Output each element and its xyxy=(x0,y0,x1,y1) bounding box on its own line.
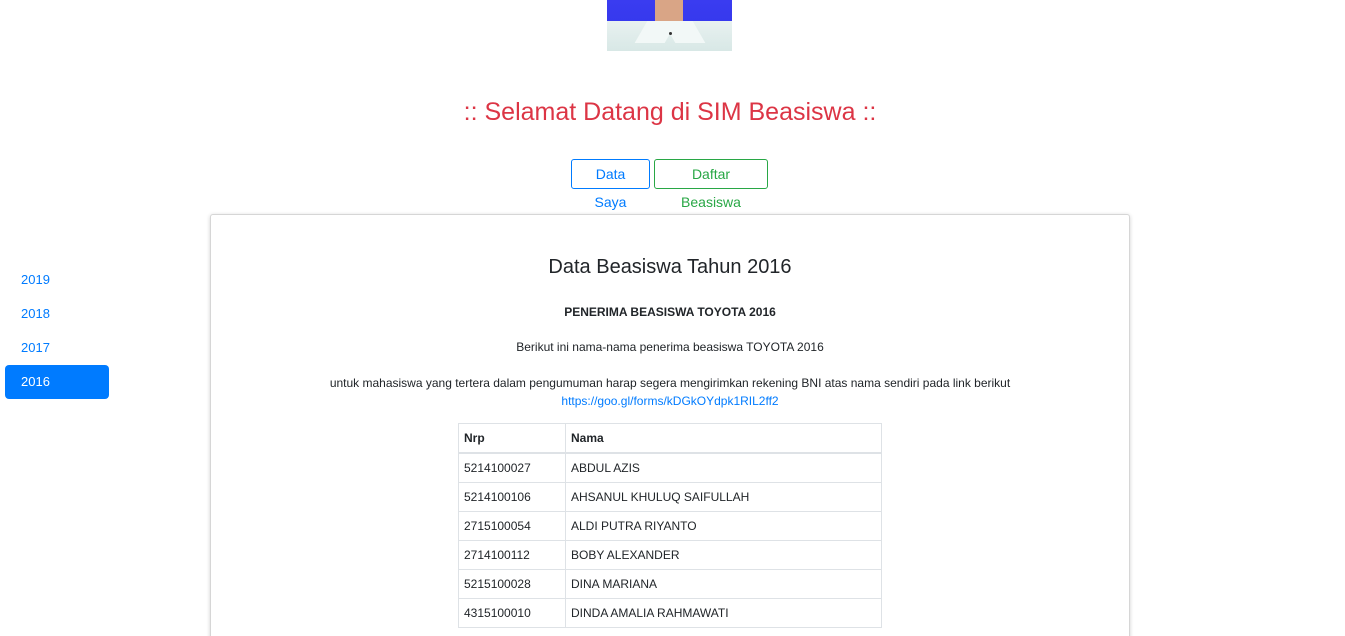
cell-nrp: 4315100010 xyxy=(458,598,566,628)
section-subtitle: PENERIMA BEASISWA TOYOTA 2016 xyxy=(564,305,776,319)
cell-nrp: 5214100106 xyxy=(458,482,566,512)
daftar-beasiswa-button[interactable]: Daftar Beasiswa xyxy=(654,159,768,210)
cell-nama: ALDI PUTRA RIYANTO xyxy=(565,511,882,541)
cell-nrp: 2714100112 xyxy=(458,540,566,570)
table-row: 5214100106 AHSANUL KHULUQ SAIFULLAH xyxy=(458,482,882,512)
table-row: 5215100028 DINA MARIANA xyxy=(458,569,882,599)
table-header-row: Nrp Nama xyxy=(458,423,882,454)
table-row: 4315100010 DINDA AMALIA RAHMAWATI xyxy=(458,598,882,628)
sidebar-item-2018[interactable]: 2018 xyxy=(5,297,109,331)
welcome-title: :: Selamat Datang di SIM Beasiswa :: xyxy=(463,98,877,126)
instruction-paragraph: untuk mahasiswa yang tertera dalam pengu… xyxy=(211,374,1129,410)
table-row: 5214100027 ABDUL AZIS xyxy=(458,452,882,483)
intro-text: Berikut ini nama-nama penerima beasiswa … xyxy=(516,340,824,354)
sidebar-item-2017[interactable]: 2017 xyxy=(5,331,109,365)
sidebar-item-2019[interactable]: 2019 xyxy=(5,263,109,297)
instruction-text: untuk mahasiswa yang tertera dalam pengu… xyxy=(329,376,1011,390)
cell-nama: BOBY ALEXANDER xyxy=(565,540,882,570)
content-card: Data Beasiswa Tahun 2016 PENERIMA BEASIS… xyxy=(210,214,1130,636)
cell-nrp: 2715100054 xyxy=(458,511,566,541)
cell-nama: DINA MARIANA xyxy=(565,569,882,599)
column-header-nrp: Nrp xyxy=(458,423,566,454)
table-row: 2714100112 BOBY ALEXANDER xyxy=(458,540,882,570)
cell-nrp: 5215100028 xyxy=(458,569,566,599)
data-saya-button[interactable]: Data Saya xyxy=(571,159,650,210)
profile-photo xyxy=(607,0,732,51)
recipients-table: Nrp Nama 5214100027 ABDUL AZIS 521410010… xyxy=(458,423,882,628)
cell-nama: DINDA AMALIA RAHMAWATI xyxy=(565,598,882,628)
cell-nama: ABDUL AZIS xyxy=(565,452,882,483)
column-header-nama: Nama xyxy=(565,423,882,454)
page-title: Data Beasiswa Tahun 2016 xyxy=(548,256,792,278)
cell-nrp: 5214100027 xyxy=(458,452,566,483)
page: :: Selamat Datang di SIM Beasiswa :: Dat… xyxy=(0,0,1345,636)
table-row: 2715100054 ALDI PUTRA RIYANTO xyxy=(458,511,882,541)
year-sidebar: 2019 2018 2017 2016 xyxy=(5,263,109,399)
cell-nama: AHSANUL KHULUQ SAIFULLAH xyxy=(565,482,882,512)
form-link[interactable]: https://goo.gl/forms/kDGkOYdpk1RIL2ff2 xyxy=(561,394,778,408)
top-button-group: Data Saya Daftar Beasiswa xyxy=(571,159,768,210)
sidebar-item-2016[interactable]: 2016 xyxy=(5,365,109,399)
